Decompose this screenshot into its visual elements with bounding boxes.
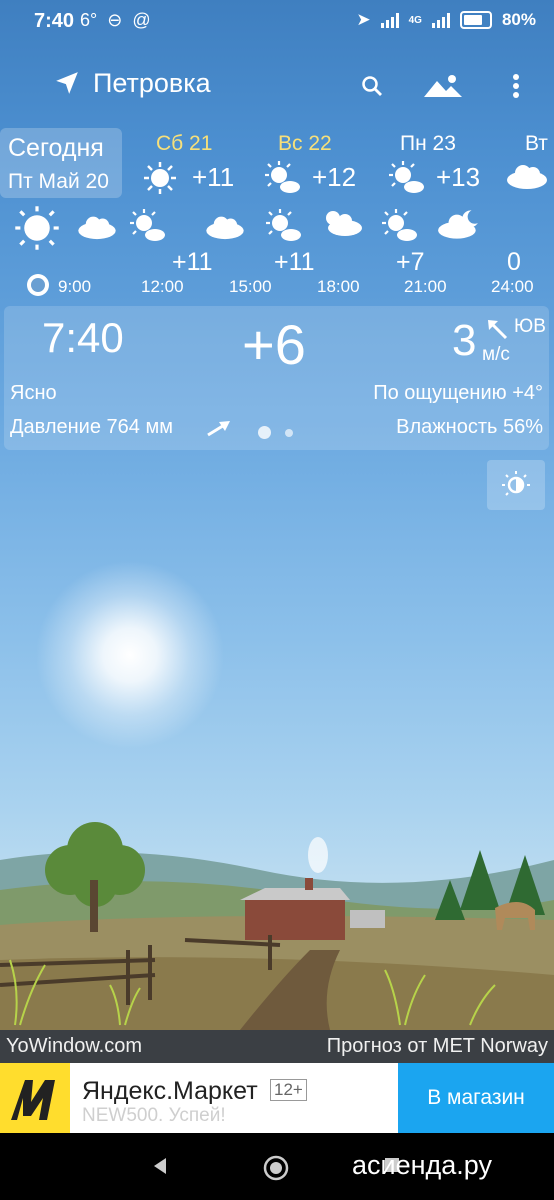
signal-icon-2 [431,12,450,28]
link-icon: ⊖ [107,10,123,30]
ad-title: Яндекс.Маркет [82,1077,258,1105]
current-temp: +6 [242,313,306,376]
back-icon[interactable] [152,1157,168,1175]
wind-speed: 3 [452,316,477,365]
yowindow-link[interactable]: YoWindow.com [6,1035,142,1058]
day-today[interactable]: Сегодня Пт Май 20 [0,128,122,198]
day-date: Пт Май 20 [8,170,109,193]
day-temp: +12 [312,162,357,192]
hour-temp: +11 [172,248,213,276]
sun-cloud-icon [326,211,362,236]
hour-time: 24:00 [491,277,534,296]
status-left-icons: 6° ⊖ @ [80,10,151,31]
cloud-icon [78,216,116,240]
battery-percent: 80% [501,10,536,29]
wind-unit: м/с [482,344,510,365]
wind-arrow-icon [488,320,508,340]
sun-cloud-icon [382,209,417,241]
condition: Ясно [10,382,57,404]
search-button[interactable] [354,68,390,104]
sun-cloud-icon [130,209,165,241]
moon-cloud-icon [438,210,478,239]
sun-cloud-icon [266,209,301,241]
page-dot-active[interactable] [258,426,271,439]
hour-time: 15:00 [229,277,272,296]
ad-shop-button[interactable]: В магазин [398,1063,554,1133]
sun-icon [15,206,59,250]
day-temp: +13 [436,162,481,192]
landscape-icon [424,75,462,97]
yandex-market-logo [0,1063,70,1133]
cloud-icon [206,216,244,240]
status-bar: 7:40 6° ⊖ @ ➤ 4G 80% [0,0,554,44]
day-sat[interactable]: Сб 21 +11 [142,132,252,198]
location-arrow-icon[interactable] [54,70,80,96]
landscape-button[interactable] [420,68,466,104]
pressure-trend-icon [207,421,230,437]
day-temp: +11 [192,162,235,192]
wind-direction: ЮВ [514,316,546,337]
temp-badge: 6° [80,10,98,30]
current-time: 7:40 [42,314,124,361]
day-name: Сб 21 [156,132,213,155]
hour-time: 18:00 [317,277,360,296]
ad-subtitle: NEW500. Успей! [82,1105,226,1126]
sun-path-icon [502,471,530,496]
status-time: 7:40 [34,10,75,32]
day-name: Сегодня [8,134,104,162]
day-name: Вс 22 [278,132,332,155]
cloud-icon [507,165,547,189]
page-dot[interactable] [285,429,293,437]
time-marker-icon[interactable] [27,274,49,296]
search-icon [362,76,382,96]
sun-icon [144,162,176,194]
sun-cloud-icon [265,161,300,193]
watermark-text: асиенда.ру [352,1150,493,1180]
more-button[interactable] [498,68,534,104]
footer-strip: YoWindow.com Прогноз от MET Norway [0,1030,554,1063]
home-icon[interactable] [263,1155,289,1181]
yandex-m-icon [11,1080,55,1120]
at-icon: @ [132,10,151,30]
pressure: Давление 764 мм [10,416,173,438]
status-right-icons: ➤ 4G 80% [356,10,536,30]
current-weather-card[interactable]: 7:40 +6 3 ЮВ м/с Ясно По ощущению +4° Да… [4,306,549,450]
landscape-illustration [0,822,554,1030]
humidity: Влажность 56% [396,416,543,438]
day-mon[interactable]: Пн 23 +13 [388,132,498,198]
network-label: 4G [408,14,422,26]
navigation-icon: ➤ [356,10,371,29]
sun-glow [35,560,225,750]
hour-temp: 0 [507,248,521,276]
signal-icon [380,12,399,28]
day-name: Пн 23 [400,132,456,155]
hour-time: 9:00 [58,277,92,296]
more-icon [513,74,519,98]
battery-icon [459,11,492,29]
day-sun[interactable]: Вс 22 +12 [264,132,374,198]
app-bar: Петровка [0,56,554,112]
sun-cloud-icon [389,161,424,193]
ad-age-rating: 12+ [270,1079,307,1101]
feels-like: По ощущению +4° [373,382,543,404]
forecast-source[interactable]: Прогноз от MET Norway [327,1035,548,1058]
sun-mode-button[interactable] [487,460,545,510]
hour-time: 21:00 [404,277,447,296]
hour-time: 12:00 [141,277,184,296]
day-name: Вт [525,132,548,155]
hour-temp: +11 [274,248,315,276]
hour-temp: +7 [396,248,425,276]
location-name[interactable]: Петровка [93,68,211,99]
day-tue[interactable]: Вт [505,132,554,198]
ad-banner[interactable]: Яндекс.Маркет 12+ NEW500. Успей! В магаз… [0,1063,554,1133]
